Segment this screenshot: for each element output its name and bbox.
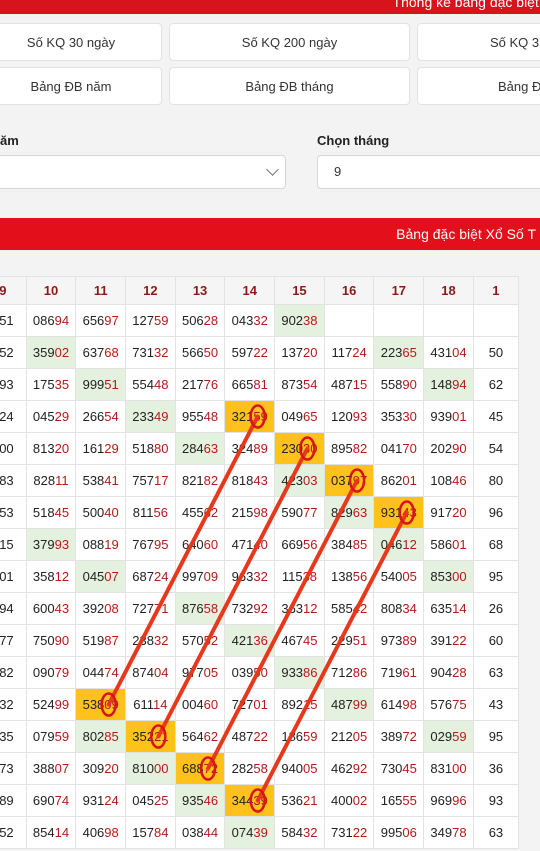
trend-line <box>206 478 360 771</box>
trend-line <box>106 414 260 707</box>
trend-line <box>156 446 310 739</box>
trend-annotations <box>100 404 416 813</box>
trend-line <box>255 510 409 803</box>
